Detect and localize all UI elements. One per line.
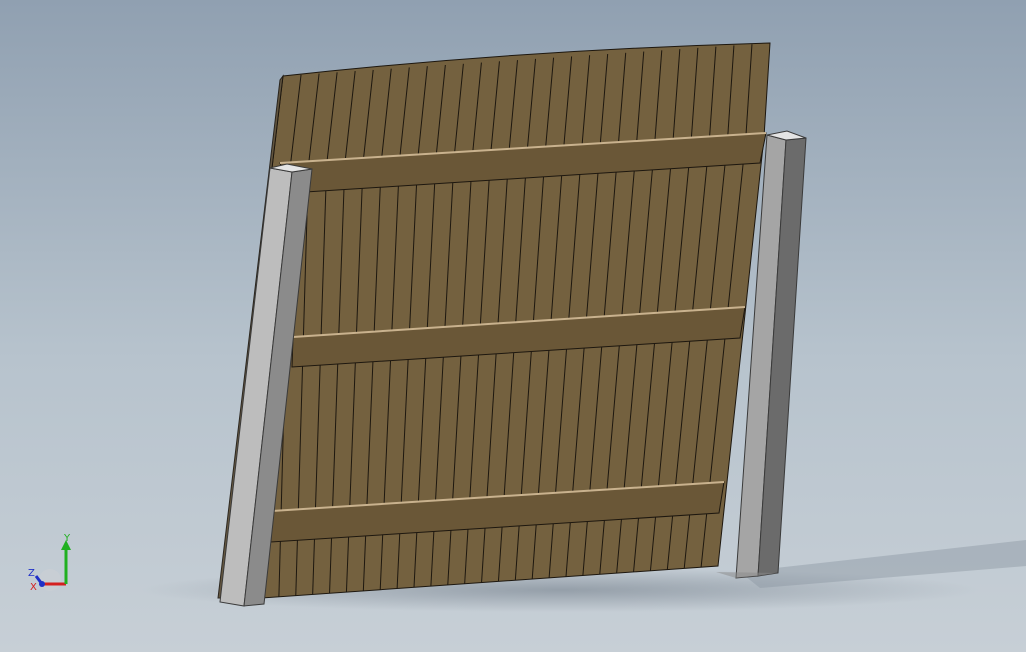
triad-origin	[39, 581, 45, 587]
coordinate-axes-icon: Y Z X	[28, 533, 71, 593]
z-axis-label: Z	[28, 568, 35, 579]
triad-hub	[39, 569, 61, 591]
y-axis-label: Y	[63, 533, 71, 544]
fence-model[interactable]	[0, 0, 1026, 652]
graphics-viewport[interactable]: Y Z X	[0, 0, 1026, 652]
x-axis-label: X	[30, 582, 37, 593]
